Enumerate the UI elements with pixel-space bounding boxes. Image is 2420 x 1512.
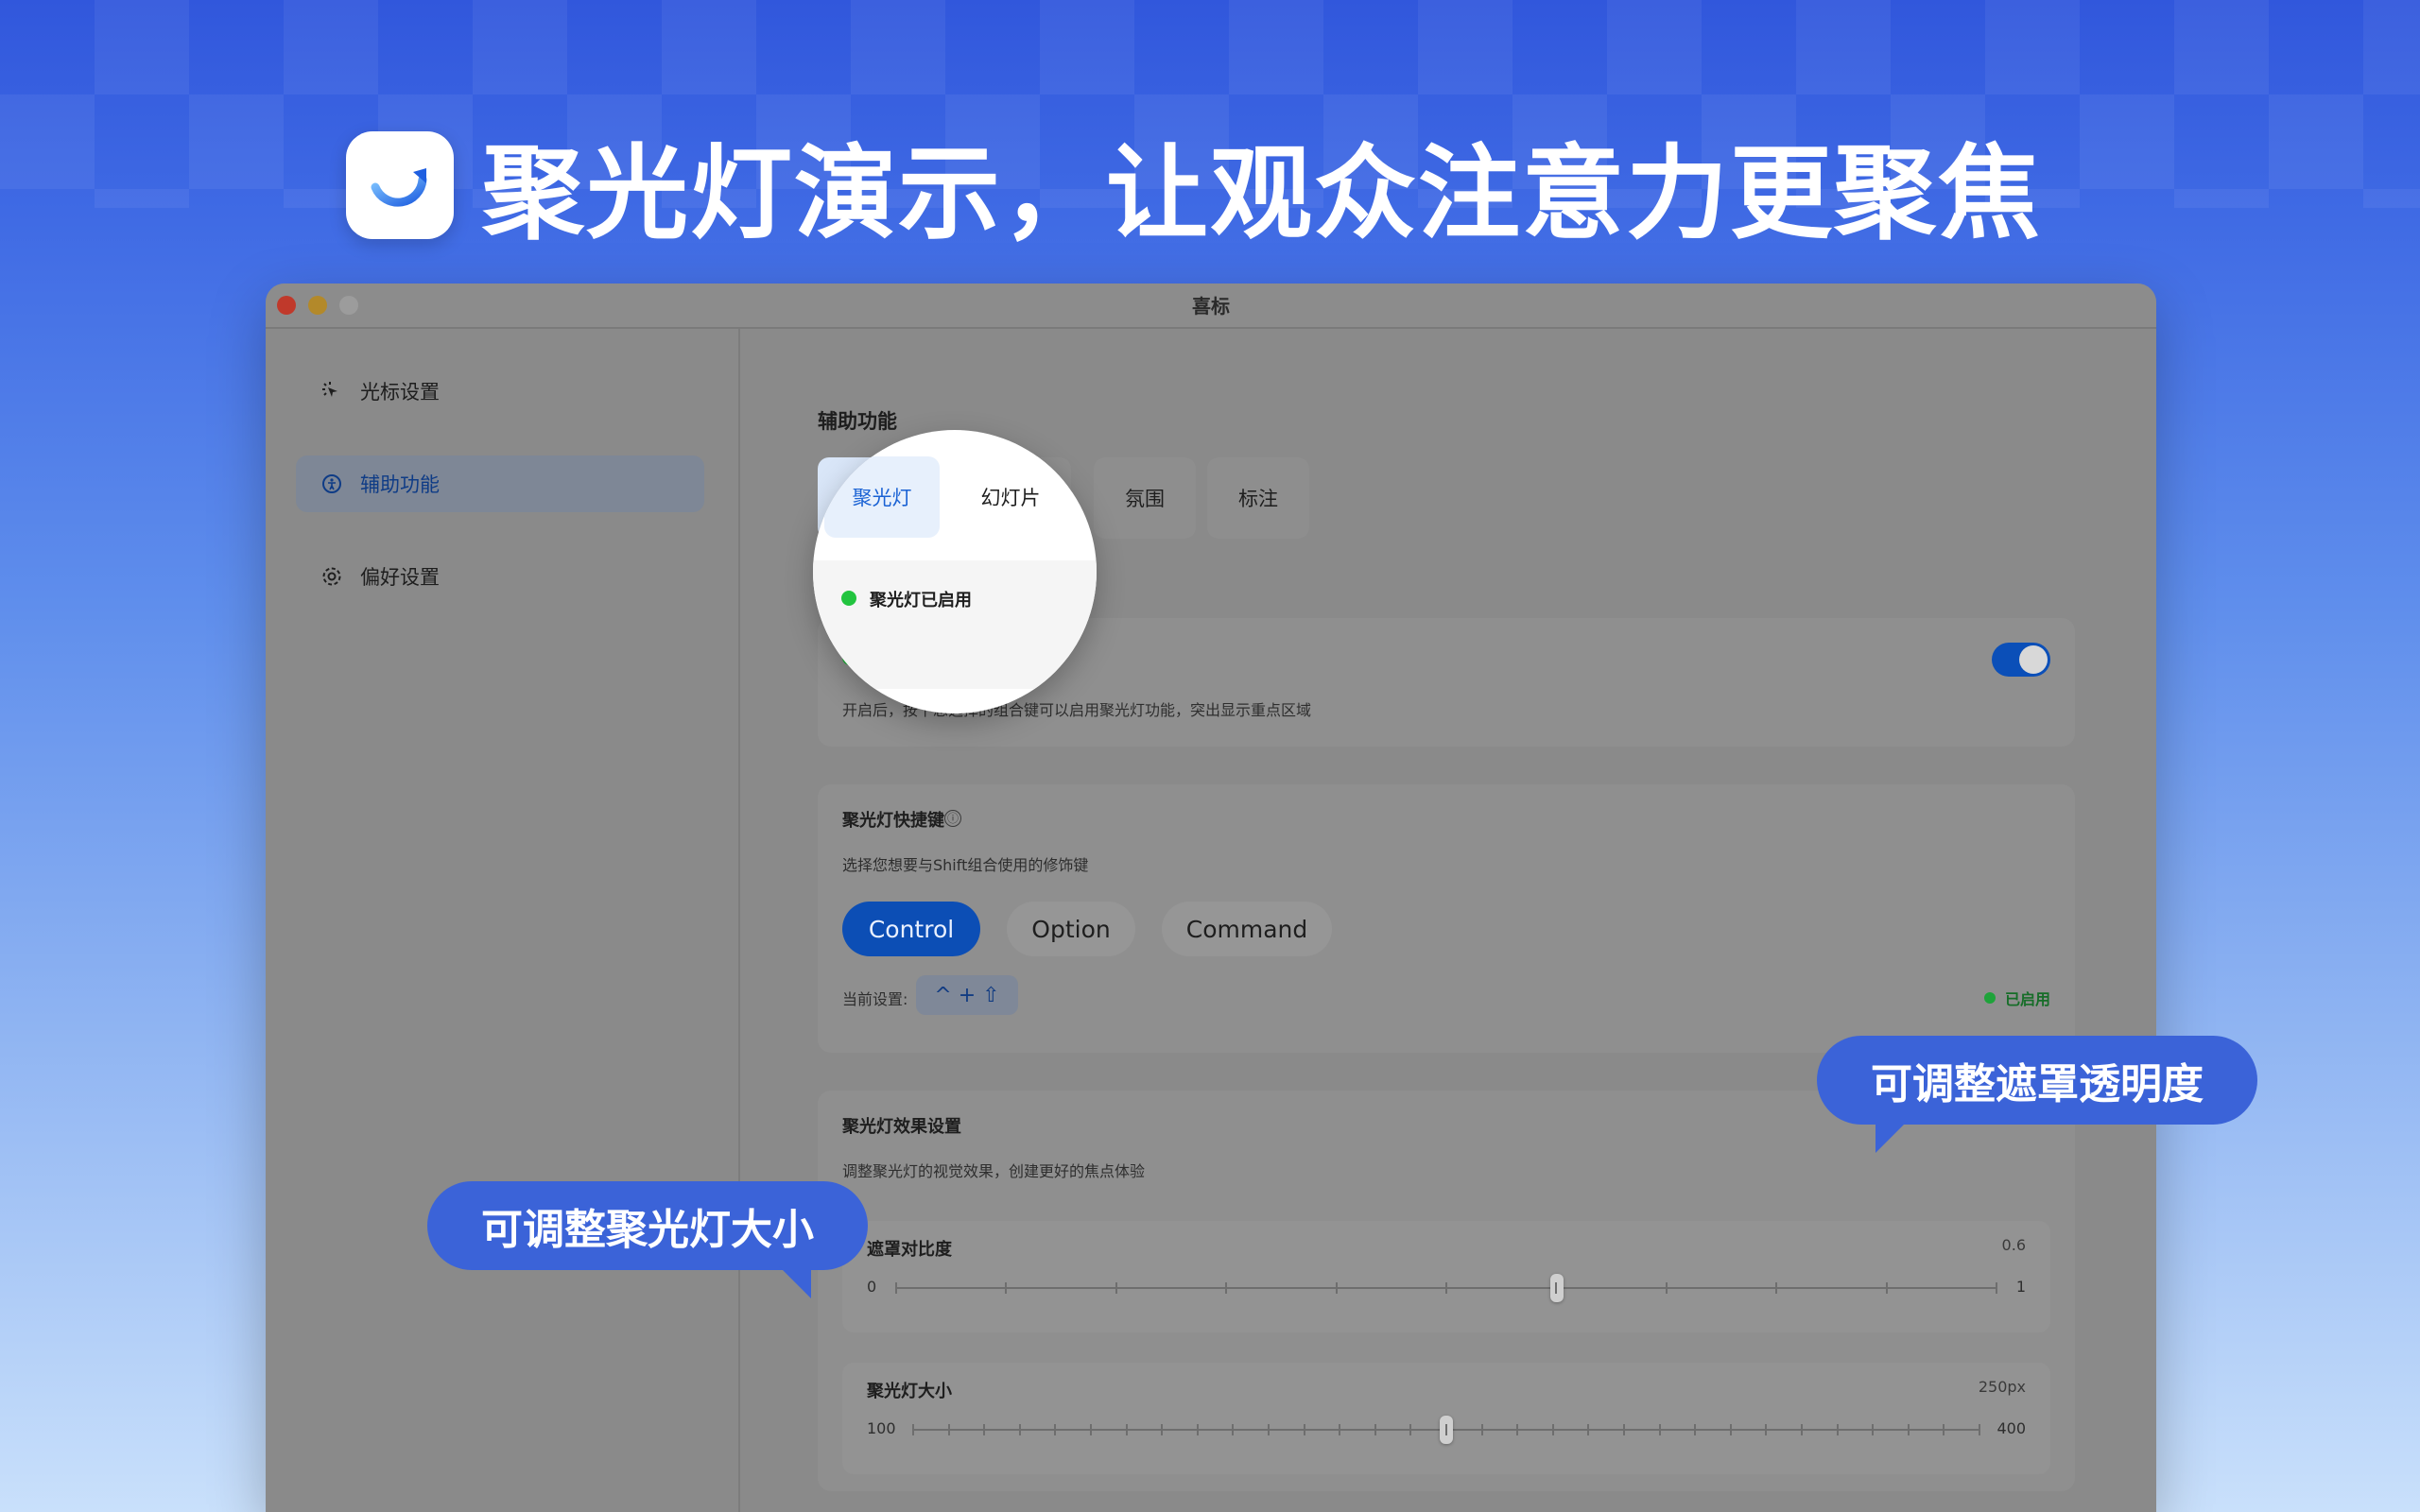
spotlight-preview-tab-slides: 幻灯片 [953,456,1068,538]
slider-min-label: 0 [867,1278,877,1296]
spotlight-size-slider[interactable] [912,1416,1980,1444]
spotlight-preview-card: 聚光灯已启用 [813,560,1097,689]
slider-tick [1694,1424,1697,1435]
enabled-label: 已启用 [2004,990,2050,1008]
sidebar-item-label: 光标设置 [360,381,440,404]
spotlight-preview-tab-active: 聚光灯 [824,456,940,538]
slider-tick [1801,1424,1803,1435]
current-setting-label: 当前设置: [842,990,908,1008]
slider-value: 250px [1978,1378,2026,1396]
slider-max-label: 400 [1996,1419,2026,1437]
slider-tick [983,1424,986,1435]
sidebar-item-label: 偏好设置 [360,566,440,589]
slider-tick [1115,1282,1117,1294]
slider-tick [912,1424,914,1435]
slider-tick [1409,1424,1412,1435]
slider-label: 聚光灯大小 [867,1382,952,1401]
sidebar-item-cursor-settings[interactable]: 光标设置 [296,363,704,420]
slider-tick [1836,1424,1839,1435]
slider-tick [1161,1424,1164,1435]
slider-tick [1374,1424,1376,1435]
status-label: 聚光灯已启用 [870,591,972,610]
slider-tick [1885,1282,1888,1294]
slider-tick [1907,1424,1910,1435]
slider-tick [1943,1424,1945,1435]
mask-contrast-slider[interactable] [895,1274,1997,1302]
slider-tick [1996,1282,1997,1294]
slider-tick [1018,1424,1021,1435]
slider-tick [1225,1282,1228,1294]
shortcut-enabled-badge: 已启用 [1983,987,2050,1009]
slider-tick [1125,1424,1128,1435]
shortcut-title: 聚光灯快捷键 [842,811,944,831]
slider-tick [1303,1424,1305,1435]
slider-tick [1054,1424,1057,1435]
hero-header: 聚光灯演示，让观众注意力更聚焦 [346,112,2042,259]
hero-title: 聚光灯演示，让观众注意力更聚焦 [482,135,2043,253]
slider-tick [1555,1282,1558,1294]
slider-tick [1979,1424,1980,1435]
sidebar: 光标设置 辅助功能 偏好设置 [266,329,740,1512]
slider-tick [1551,1424,1554,1435]
tab-annotation[interactable]: 标注 [1207,457,1309,539]
slider-tick [1339,1424,1341,1435]
slider-tick [895,1282,897,1294]
sidebar-item-label: 辅助功能 [360,473,440,496]
callout-tail [779,1266,811,1298]
slider-tick [947,1424,950,1435]
slider-tick [1765,1424,1768,1435]
spotlight-size-slider-card: 聚光灯大小 250px 100 400 [842,1363,2050,1474]
slider-max-label: 1 [2015,1278,2026,1296]
slider-tick [1665,1282,1668,1294]
window-title: 喜标 [1192,295,1230,318]
slider-tick [1196,1424,1199,1435]
slider-tick [1480,1424,1483,1435]
shortcut-description: 选择您想要与Shift组合使用的修饰键 [842,856,1089,874]
slider-tick [1005,1282,1008,1294]
slider-tick [1729,1424,1732,1435]
info-icon[interactable]: ⓘ [944,810,961,827]
slider-tick [1232,1424,1235,1435]
app-window: 喜标 光标设置 辅助功能 偏好设置 辅助功能 聚光灯 幻灯片 氛围 标注 [266,284,2156,1512]
gear-icon [320,565,343,588]
callout-tail [1876,1121,1908,1153]
callout-size: 可调整聚光灯大小 [427,1181,868,1270]
slider-tick [1623,1424,1625,1435]
mask-contrast-slider-card: 遮罩对比度 0.6 0 1 [842,1221,2050,1332]
slider-tick [1658,1424,1661,1435]
slider-tick [1587,1424,1590,1435]
slider-tick [1872,1424,1875,1435]
shortcut-card: 聚光灯快捷键 ⓘ 选择您想要与Shift组合使用的修饰键 Control Opt… [818,784,2075,1053]
effect-description: 调整聚光灯的视觉效果，创建更好的焦点体验 [842,1162,1146,1180]
current-shortcut-keys: ^ + ⇧ [916,975,1018,1015]
slider-tick [1445,1424,1447,1435]
spotlight-toggle[interactable] [1992,643,2050,677]
slider-tick [1335,1282,1338,1294]
title-bar[interactable]: 喜标 [266,284,2156,329]
cursor-click-icon [320,380,343,403]
app-logo-icon [346,131,454,239]
effect-title: 聚光灯效果设置 [842,1117,961,1137]
modifier-control-button[interactable]: Control [842,902,980,956]
callout-opacity: 可调整遮罩透明度 [1817,1036,2257,1125]
spotlight-magnifier: 聚光灯 幻灯片 聚光灯已启用 [813,430,1097,713]
accessibility-icon [320,472,343,495]
slider-value: 0.6 [2001,1236,2026,1254]
section-title: 辅助功能 [818,410,897,433]
slider-tick [1090,1424,1092,1435]
sidebar-item-preferences[interactable]: 偏好设置 [296,548,704,605]
modifier-command-button[interactable]: Command [1162,902,1332,956]
slider-tick [1775,1282,1778,1294]
status-indicator [841,591,856,606]
slider-tick [1516,1424,1519,1435]
slider-min-label: 100 [867,1419,896,1437]
sidebar-item-accessibility[interactable]: 辅助功能 [296,455,704,512]
slider-label: 遮罩对比度 [867,1240,952,1260]
toggle-knob [2019,645,2048,674]
modifier-option-button[interactable]: Option [1007,902,1135,956]
slider-tick [1445,1282,1447,1294]
enabled-dot [1983,992,1996,1004]
slider-tick [1268,1424,1270,1435]
tab-atmosphere[interactable]: 氛围 [1094,457,1196,539]
